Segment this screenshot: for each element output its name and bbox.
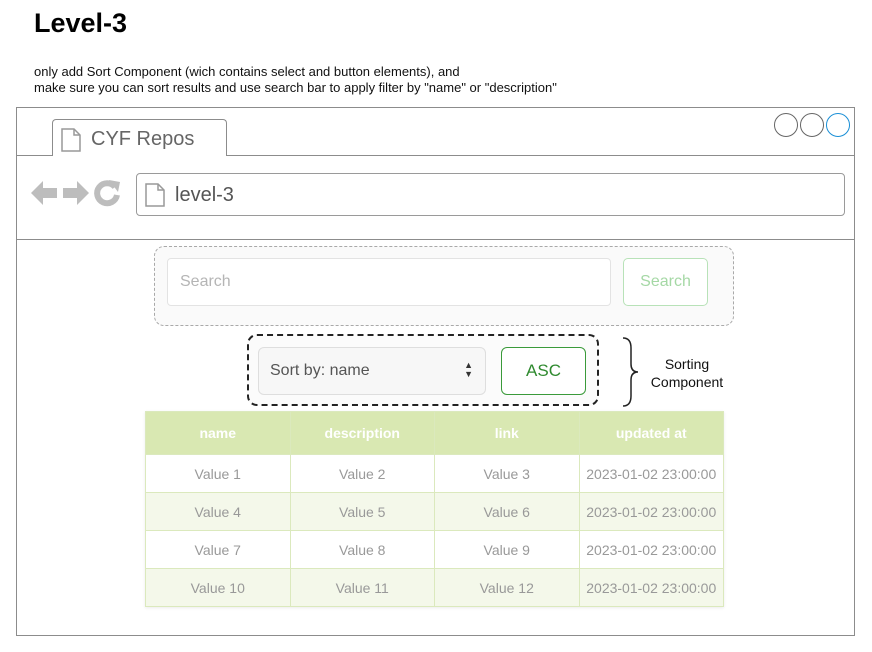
table-cell: 2023-01-02 23:00:00 [578,530,724,569]
table-cell: Value 11 [289,568,435,607]
page-title: Level-3 [34,8,128,38]
table-cell: Value 2 [289,454,435,493]
table-cell: Value 5 [289,492,435,531]
sort-component: Sort by: name ▲ ▼ ASC [247,334,599,406]
column-header-description[interactable]: description [289,411,435,455]
table-cell: Value 3 [434,454,580,493]
brace-icon [620,336,640,413]
search-input[interactable] [167,258,611,306]
table-cell: 2023-01-02 23:00:00 [578,492,724,531]
table-header-row: name description link updated at [145,411,724,455]
tab-bar: CYF Repos [17,108,854,156]
tab-label: CYF Repos [91,128,195,150]
document-icon [61,128,81,157]
tab-cyf-repos[interactable]: CYF Repos [52,119,227,156]
table-cell: Value 6 [434,492,580,531]
table-cell: Value 12 [434,568,580,607]
updown-chevron-icon: ▲ ▼ [464,360,473,379]
table-cell: Value 9 [434,530,580,569]
table-row: Value 4 Value 5 Value 6 2023-01-02 23:00… [145,492,724,531]
window-control-icon[interactable] [774,113,798,137]
document-icon [145,183,165,212]
column-header-name[interactable]: name [145,411,291,455]
description-line-1: only add Sort Component (wich contains s… [34,64,460,79]
search-button[interactable]: Search [623,258,708,306]
table-cell: 2023-01-02 23:00:00 [578,454,724,493]
table-cell: Value 4 [145,492,291,531]
sort-select-value: Sort by: name [270,362,370,379]
refresh-icon[interactable] [93,178,121,213]
browser-window: CYF Repos level-3 Search Search Sort by:… [16,107,855,636]
table-cell: 2023-01-02 23:00:00 [578,568,724,607]
description: only add Sort Component (wich contains s… [34,64,557,96]
annotation-line-2: Component [650,374,724,390]
annotation-line-1: Sorting [664,356,710,372]
results-table: name description link updated at Value 1… [145,411,724,607]
address-bar[interactable]: level-3 [136,173,845,216]
table-row: Value 7 Value 8 Value 9 2023-01-02 23:00… [145,530,724,569]
navigation-bar: level-3 [17,156,854,240]
window-control-icon[interactable] [826,113,850,137]
search-component: Search [154,246,734,326]
url-text: level-3 [175,184,234,206]
window-controls [774,113,850,137]
table-row: Value 1 Value 2 Value 3 2023-01-02 23:00… [145,454,724,493]
description-line-2: make sure you can sort results and use s… [34,80,557,95]
nav-buttons [29,178,121,213]
window-control-icon[interactable] [800,113,824,137]
sorting-annotation: Sorting Component [644,355,730,391]
forward-arrow-icon[interactable] [61,179,91,212]
sort-select[interactable]: Sort by: name ▲ ▼ [258,347,486,395]
table-cell: Value 8 [289,530,435,569]
table-cell: Value 10 [145,568,291,607]
column-header-link[interactable]: link [434,411,580,455]
table-row: Value 10 Value 11 Value 12 2023-01-02 23… [145,568,724,607]
asc-button[interactable]: ASC [501,347,586,395]
column-header-updated-at[interactable]: updated at [578,411,724,455]
table-cell: Value 7 [145,530,291,569]
back-arrow-icon[interactable] [29,179,59,212]
table-cell: Value 1 [145,454,291,493]
